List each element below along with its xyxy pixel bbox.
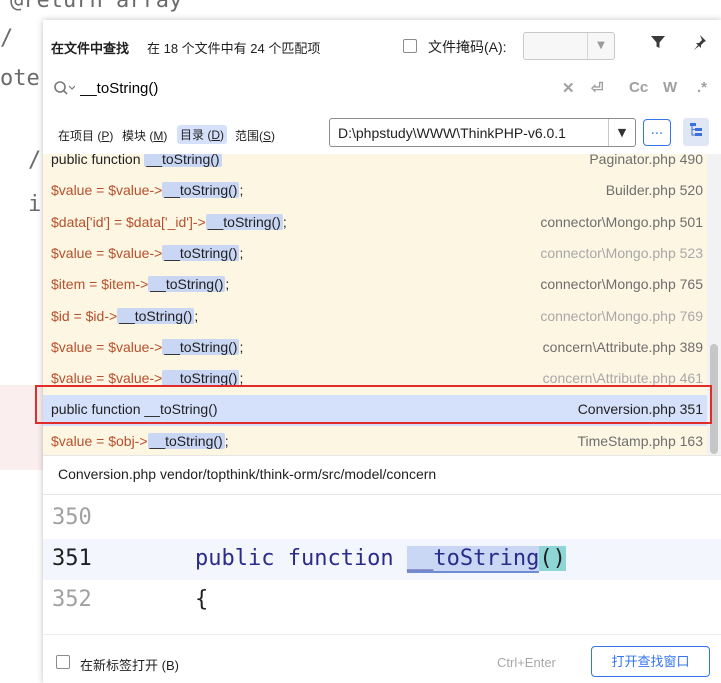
result-code: $value = $obj-> __toString(); — [51, 432, 229, 449]
result-code: $value = $value-> __toString(); — [51, 244, 244, 261]
directory-combo[interactable]: D:\phpstudy\WWW\ThinkPHP-v6.0.1 ▼ — [329, 118, 636, 147]
result-match: __toString() — [144, 154, 222, 167]
preview-line: 352 { — [43, 580, 721, 621]
search-row: ✕ ⏎ Cc W .* — [43, 72, 721, 106]
search-input[interactable] — [80, 80, 560, 97]
result-file-location: connector\Mongo.php 501 — [540, 213, 703, 230]
result-code: public function __toString() — [51, 401, 218, 418]
result-file-location: Paginator.php 490 — [589, 154, 703, 167]
scope-project[interactable]: 在项目 (P) — [58, 127, 113, 144]
result-code: public function __toString() — [51, 154, 222, 167]
preview-path-bar: Conversion.php vendor/topthink/think-orm… — [43, 455, 721, 495]
result-row[interactable]: public function __toString() Conversion.p… — [43, 395, 707, 427]
bg-code-line: i — [28, 192, 42, 217]
pin-icon[interactable] — [691, 34, 707, 55]
line-number: 351 — [52, 546, 92, 571]
preview-line: 350 — [43, 498, 721, 539]
dialog-title: 在文件中查找 — [51, 41, 130, 56]
result-code: $item = $item-> __toString(); — [51, 276, 230, 293]
result-row[interactable]: $value = $value-> __toString(); concern\At… — [43, 364, 707, 395]
result-match: __toString() — [205, 213, 283, 230]
bg-code-line: @return array — [10, 0, 183, 13]
clear-icon[interactable]: ✕ — [562, 79, 575, 97]
results-list: public function __toString() Paginator.ph… — [43, 154, 707, 455]
result-code: $id = $id-> __toString(); — [51, 307, 199, 324]
result-match: __toString() — [162, 338, 240, 355]
result-code: $data['id'] = $data['_id']-> __toString()… — [51, 213, 287, 230]
result-code: $value = $value-> __toString(); — [51, 338, 244, 355]
result-file-location: concern\Attribute.php 461 — [542, 370, 703, 387]
new-line-icon[interactable]: ⏎ — [591, 79, 604, 97]
find-in-files-dialog: 在文件中查找 在 18 个文件中有 24 个匹配项 文件掩码(A): ▼ ✕ ⏎… — [43, 20, 721, 683]
preview-path: Conversion.php vendor/topthink/think-orm… — [58, 466, 437, 482]
open-in-tab-label: 在新标签打开 (B) — [80, 658, 179, 673]
file-mask-label: 文件掩码(A): — [428, 39, 507, 55]
result-file-location: concern\Attribute.php 389 — [542, 338, 703, 355]
scope-directory[interactable]: 目录 (D) — [177, 125, 228, 144]
result-file-location: connector\Mongo.php 769 — [540, 307, 703, 324]
preview-line-current: 351 public function __toString() — [43, 539, 721, 580]
scope-module[interactable]: 模块 (M) — [122, 127, 167, 144]
results-scrollbar[interactable] — [707, 154, 721, 455]
code-preview: 350 351 public function __toString() 352… — [43, 494, 721, 634]
result-match: __toString() — [148, 276, 226, 293]
file-mask-checkbox[interactable] — [403, 39, 417, 53]
result-code: $value = $value-> __toString(); — [51, 182, 244, 199]
preview-match: __toString — [406, 546, 540, 573]
bg-error-line — [0, 385, 43, 470]
match-case-toggle[interactable]: Cc — [629, 79, 648, 96]
open-in-tab-checkbox[interactable] — [56, 655, 70, 669]
directory-path: D:\phpstudy\WWW\ThinkPHP-v6.0.1 — [338, 125, 566, 141]
result-match: __toString() — [147, 432, 225, 449]
result-file-location: Builder.php 520 — [605, 182, 703, 199]
recursive-toggle-icon[interactable] — [683, 118, 709, 146]
bg-code-line: / — [0, 26, 14, 51]
line-number: 352 — [52, 587, 92, 612]
file-mask-combo[interactable]: ▼ — [523, 32, 615, 60]
search-icon[interactable] — [53, 80, 76, 100]
scope-custom[interactable]: 范围(S) — [235, 127, 275, 144]
dialog-header: 在文件中查找 在 18 个文件中有 24 个匹配项 文件掩码(A): ▼ — [43, 20, 721, 70]
regex-toggle[interactable]: .* — [697, 79, 707, 96]
scrollbar-thumb[interactable] — [710, 344, 718, 454]
browse-button[interactable]: ... — [643, 119, 671, 146]
result-row[interactable]: $value = $value-> __toString(); Builder.ph… — [43, 176, 707, 207]
result-code: $value = $value-> __toString(); — [51, 370, 244, 387]
open-find-window-button[interactable]: 打开查找窗口 — [591, 646, 710, 677]
whole-words-toggle[interactable]: W — [663, 79, 677, 96]
result-file-location: TimeStamp.php 163 — [577, 432, 703, 449]
shortcut-hint: Ctrl+Enter — [497, 655, 556, 670]
line-number: 350 — [52, 505, 92, 530]
preview-code: public function __toString() — [195, 546, 566, 573]
result-match: __toString() — [162, 244, 240, 261]
result-row[interactable]: public function __toString() Paginator.ph… — [43, 154, 707, 176]
result-match: __toString() — [162, 370, 240, 387]
chevron-down-icon[interactable]: ▼ — [608, 119, 635, 146]
result-row[interactable]: $item = $item-> __toString(); connector\Mo… — [43, 270, 707, 301]
result-file-location: connector\Mongo.php 765 — [540, 276, 703, 293]
preview-code: { — [195, 587, 209, 612]
result-file-location: connector\Mongo.php 523 — [540, 244, 703, 261]
result-file-location: Conversion.php 351 — [577, 401, 703, 418]
bg-code-line: ote — [0, 66, 40, 91]
match-summary: 在 18 个文件中有 24 个匹配项 — [147, 41, 321, 56]
result-match: __toString() — [117, 307, 195, 324]
result-match: __toString() — [162, 182, 240, 199]
filter-icon[interactable] — [650, 34, 666, 55]
result-row[interactable]: $value = $value-> __toString(); connector\… — [43, 239, 707, 270]
result-row[interactable]: $data['id'] = $data['_id']-> __toString()… — [43, 208, 707, 239]
bg-code-line: / — [28, 148, 42, 173]
chevron-down-icon[interactable]: ▼ — [587, 33, 614, 59]
result-row[interactable]: $value = $obj-> __toString(); TimeStamp.ph… — [43, 427, 707, 455]
result-row[interactable]: $id = $id-> __toString(); connector\Mongo.… — [43, 302, 707, 333]
dialog-footer: 在新标签打开 (B) Ctrl+Enter 打开查找窗口 — [43, 634, 721, 683]
result-row[interactable]: $value = $value-> __toString(); concern\At… — [43, 333, 707, 364]
